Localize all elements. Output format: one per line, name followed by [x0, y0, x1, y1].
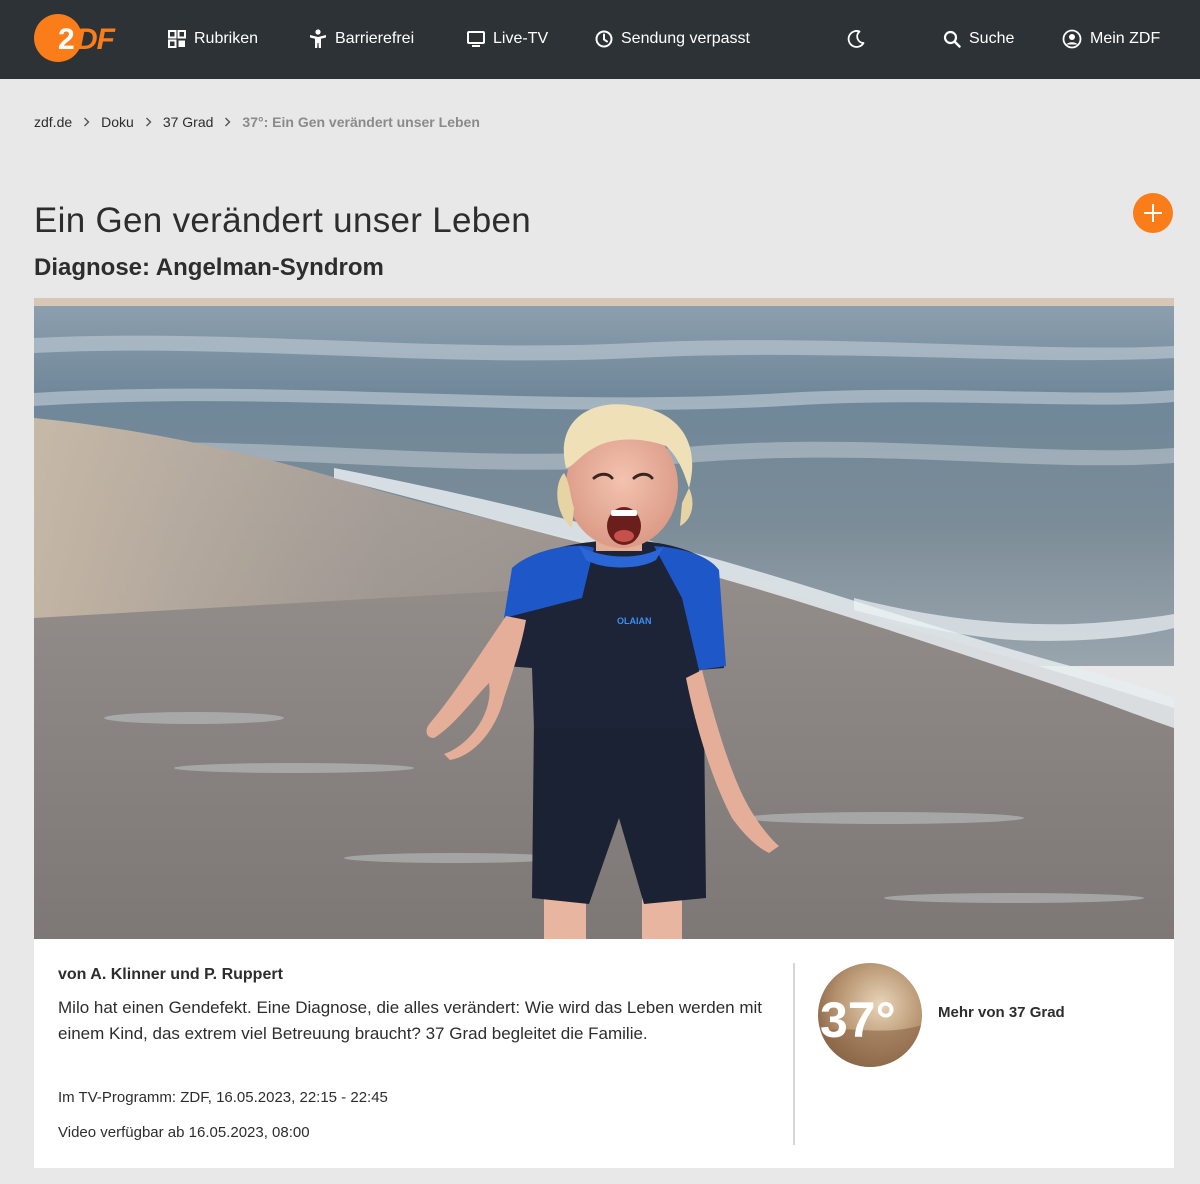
37grad-logo: 37° [818, 963, 922, 1067]
plus-icon [1144, 204, 1162, 222]
nav-rubriken[interactable]: Rubriken [168, 26, 258, 52]
nav-barrierefrei-label: Barrierefrei [335, 30, 415, 47]
nav-rubriken-label: Rubriken [194, 30, 259, 47]
page-subtitle: Diagnose: Angelman-Syndrom [34, 254, 384, 281]
page-title: Ein Gen verändert unser Leben [34, 201, 532, 240]
monitor-icon [467, 31, 485, 47]
info-card: von A. Klinner und P. Ruppert Milo hat e… [34, 939, 1174, 1168]
zdf-logo-graphic: 2 DF [34, 14, 117, 62]
description: Milo hat einen Gendefekt. Eine Diagnose,… [58, 998, 762, 1043]
nav-livetv-label: Live-TV [493, 30, 549, 47]
nav-mein-zdf[interactable]: Mein ZDF [1062, 26, 1160, 52]
chevron-right-icon [145, 117, 152, 127]
chevron-right-icon [83, 117, 90, 127]
dark-mode-toggle[interactable] [846, 26, 866, 52]
nav-suche-label: Suche [969, 30, 1015, 47]
breadcrumb-item-current: 37°: Ein Gen verändert unser Leben [242, 114, 480, 130]
breadcrumb-item-doku[interactable]: Doku [101, 114, 134, 130]
hero-image[interactable]: OLAIAN [34, 298, 1174, 939]
grid-icon [168, 30, 186, 48]
top-navigation: 2 DF Rubriken Barrierefrei Live-TV Sendu… [0, 0, 1200, 79]
37grad-logo-graphic: 37° [818, 963, 922, 1067]
nav-barrierefrei[interactable]: Barrierefrei [309, 26, 414, 52]
divider [793, 963, 795, 1145]
nav-livetv[interactable]: Live-TV [467, 26, 548, 52]
nav-sendung-verpasst[interactable]: Sendung verpasst [595, 26, 750, 52]
chevron-right-icon [224, 117, 231, 127]
nav-suche[interactable]: Suche [943, 26, 1014, 52]
svg-text:DF: DF [76, 23, 116, 56]
breadcrumb-item-home[interactable]: zdf.de [34, 114, 72, 130]
svg-text:2: 2 [58, 23, 74, 56]
beach-child-illustration: OLAIAN [34, 298, 1174, 939]
breadcrumb-item-37grad[interactable]: 37 Grad [163, 114, 214, 130]
moon-icon [847, 30, 865, 48]
authors: von A. Klinner und P. Ruppert [58, 966, 283, 983]
zdf-logo[interactable]: 2 DF [34, 14, 120, 62]
video-availability: Video verfügbar ab 16.05.2023, 08:00 [58, 1124, 310, 1141]
breadcrumb: zdf.de Doku 37 Grad 37°: Ein Gen verände… [34, 114, 480, 130]
more-from-37grad-label: Mehr von 37 Grad [938, 1003, 1065, 1021]
nav-verpasst-label: Sendung verpasst [621, 30, 750, 47]
suit-brand-text: OLAIAN [617, 616, 652, 626]
search-icon [943, 30, 961, 48]
37grad-logo-text: 37° [820, 992, 896, 1048]
user-circle-icon [1062, 29, 1082, 49]
add-to-list-button[interactable] [1133, 193, 1173, 233]
accessibility-icon [310, 29, 326, 48]
more-from-37grad-link[interactable]: 37° Mehr von 37 Grad [818, 963, 1065, 1067]
nav-meinzdf-label: Mein ZDF [1090, 30, 1161, 47]
clock-icon [595, 30, 613, 48]
tv-program-info: Im TV-Programm: ZDF, 16.05.2023, 22:15 -… [58, 1089, 388, 1106]
